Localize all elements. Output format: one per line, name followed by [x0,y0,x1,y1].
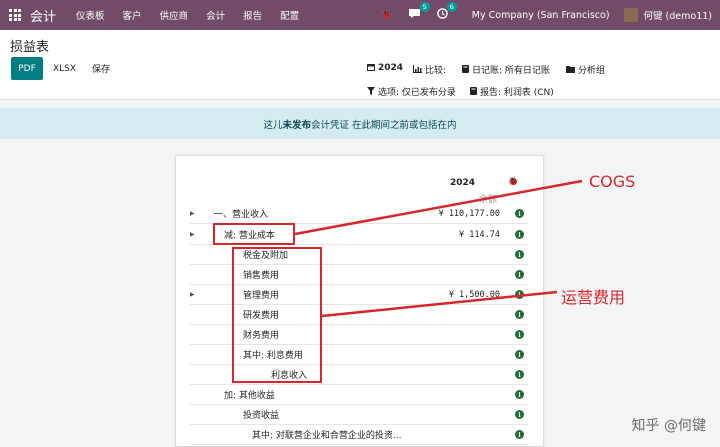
cogs-annotation-label: COGS [589,172,636,191]
opex-arrow-line [321,290,558,318]
annotation-arrows [294,179,583,318]
watermark: 知乎 @何键 [631,418,706,434]
cogs-arrow-line [294,179,583,236]
opex-annotation-label: 运营费用 [561,288,626,307]
